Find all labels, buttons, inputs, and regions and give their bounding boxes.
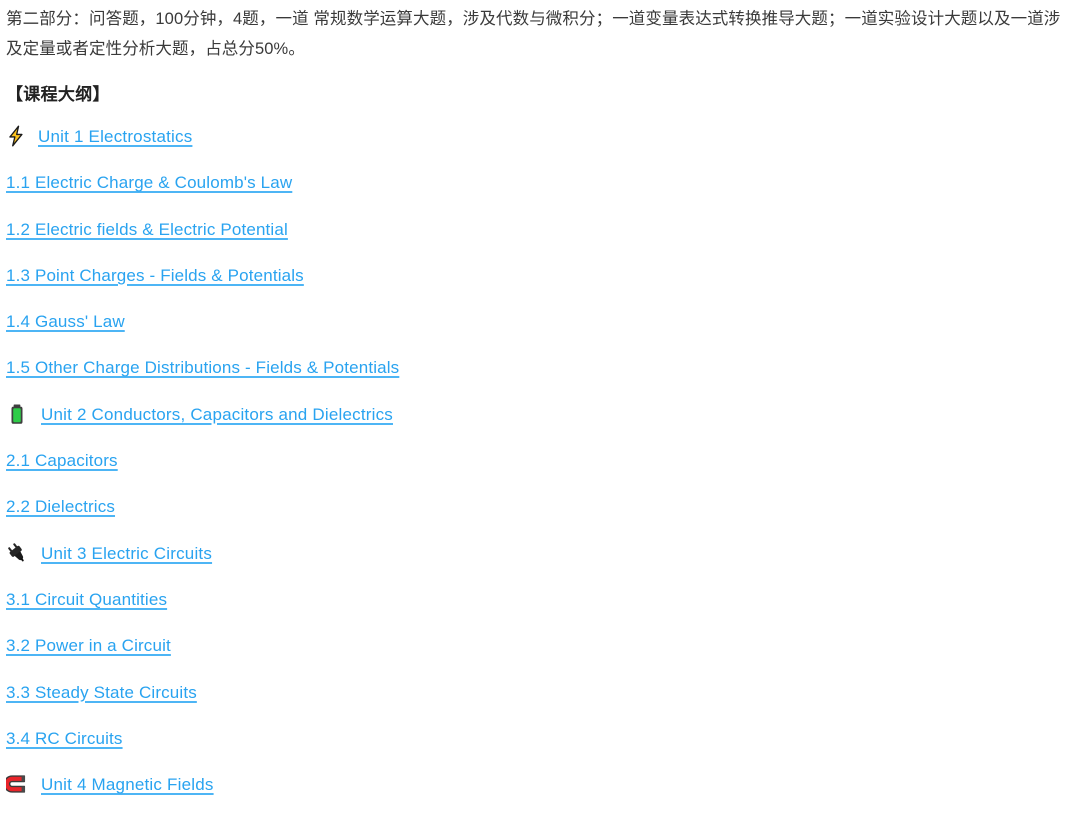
- lesson-1-3-link[interactable]: 1.3 Point Charges - Fields & Potentials: [6, 265, 304, 287]
- page-title: 【课程大纲】: [6, 85, 110, 104]
- unit-1-link[interactable]: Unit 1 Electrostatics: [38, 126, 192, 148]
- lesson-1-5-link[interactable]: 1.5 Other Charge Distributions - Fields …: [6, 357, 399, 379]
- lesson-3-2-link[interactable]: 3.2 Power in a Circuit: [6, 635, 171, 657]
- course-outline-list: Unit 1 Electrostatics 1.1 Electric Charg…: [0, 125, 1080, 820]
- unit-heading-row[interactable]: Unit 3 Electric Circuits: [0, 542, 1080, 589]
- electric-plug-icon: [6, 542, 28, 564]
- lesson-row[interactable]: 3.3 Steady State Circuits: [0, 682, 1080, 728]
- unit-heading-row[interactable]: Unit 1 Electrostatics: [0, 125, 1080, 172]
- lesson-row[interactable]: 1.1 Electric Charge & Coulomb's Law: [0, 172, 1080, 218]
- unit-3-link[interactable]: Unit 3 Electric Circuits: [41, 543, 212, 565]
- magnet-icon: [6, 773, 28, 795]
- course-outline-page: 第二部分：问答题，100分钟，4题，一道 常规数学运算大题，涉及代数与微积分；一…: [0, 0, 1080, 818]
- unit-heading-row[interactable]: Unit 2 Conductors, Capacitors and Dielec…: [0, 404, 1080, 450]
- lesson-row[interactable]: 2.2 Dielectrics: [0, 496, 1080, 542]
- lesson-1-1-link[interactable]: 1.1 Electric Charge & Coulomb's Law: [6, 172, 292, 194]
- lesson-3-1-link[interactable]: 3.1 Circuit Quantities: [6, 589, 167, 611]
- lesson-row[interactable]: 1.4 Gauss' Law: [0, 311, 1080, 357]
- high-voltage-icon: [6, 125, 28, 147]
- lesson-row[interactable]: 1.5 Other Charge Distributions - Fields …: [0, 357, 1080, 403]
- intro-paragraph: 第二部分：问答题，100分钟，4题，一道 常规数学运算大题，涉及代数与微积分；一…: [6, 10, 1061, 58]
- unit-2-link[interactable]: Unit 2 Conductors, Capacitors and Dielec…: [41, 404, 393, 426]
- lesson-row[interactable]: 3.2 Power in a Circuit: [0, 635, 1080, 681]
- lesson-1-2-link[interactable]: 1.2 Electric fields & Electric Potential: [6, 219, 288, 241]
- lesson-row[interactable]: 1.3 Point Charges - Fields & Potentials: [0, 265, 1080, 311]
- lesson-3-4-link[interactable]: 3.4 RC Circuits: [6, 728, 123, 750]
- battery-icon: [6, 403, 28, 425]
- unit-heading-row[interactable]: Unit 4 Magnetic Fields: [0, 774, 1080, 820]
- lesson-1-4-link[interactable]: 1.4 Gauss' Law: [6, 311, 125, 333]
- lesson-row[interactable]: 1.2 Electric fields & Electric Potential: [0, 219, 1080, 265]
- unit-4-link[interactable]: Unit 4 Magnetic Fields: [41, 774, 214, 796]
- lesson-row[interactable]: 3.4 RC Circuits: [0, 728, 1080, 774]
- lesson-row[interactable]: 2.1 Capacitors: [0, 450, 1080, 496]
- lesson-2-2-link[interactable]: 2.2 Dielectrics: [6, 496, 115, 518]
- lesson-3-3-link[interactable]: 3.3 Steady State Circuits: [6, 682, 197, 704]
- lesson-2-1-link[interactable]: 2.1 Capacitors: [6, 450, 118, 472]
- lesson-row[interactable]: 3.1 Circuit Quantities: [0, 589, 1080, 635]
